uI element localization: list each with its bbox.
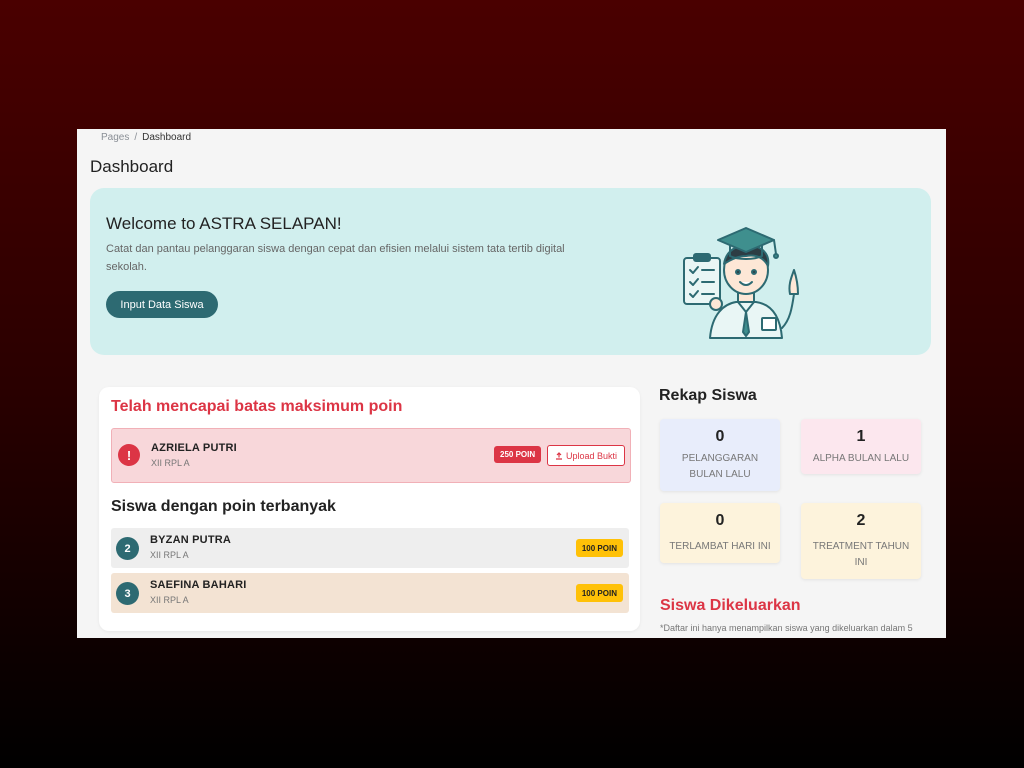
stat-value: 0 xyxy=(715,428,725,445)
stat-value: 1 xyxy=(856,428,866,445)
poin-badge: 250 POIN xyxy=(494,446,542,463)
stat-terlambat-hari-ini[interactable]: 0 TERLAMBAT HARI INI xyxy=(660,503,780,563)
rekap-title: Rekap Siswa xyxy=(659,387,757,404)
student-class: XII RPL A xyxy=(151,458,190,468)
breadcrumb-separator: / xyxy=(134,132,138,143)
breadcrumb-current: Dashboard xyxy=(142,132,192,143)
upload-bukti-button[interactable]: Upload Bukti xyxy=(547,445,625,466)
student-graduate-illustration xyxy=(683,227,799,339)
stat-label: ALPHA BULAN LALU xyxy=(812,453,910,464)
dashboard-viewport: Pages / Dashboard Dashboard Welcome to AST… xyxy=(77,129,946,638)
rank-row-3: 3 SAEFINA BAHARI XII RPL A 100 POIN xyxy=(111,573,629,613)
stat-pelanggaran-bulan-lalu[interactable]: 0 PELANGGARAN BULAN LALU xyxy=(660,419,780,491)
stat-value: 2 xyxy=(856,512,866,529)
stat-label: TERLAMBAT HARI INI xyxy=(669,541,771,552)
rank-number: 3 xyxy=(116,582,139,605)
welcome-heading: Welcome to ASTRA SELAPAN! xyxy=(106,214,342,233)
siswa-dikeluarkan-title: Siswa Dikeluarkan xyxy=(660,597,801,614)
max-poin-title: Telah mencapai batas maksimum poin xyxy=(111,398,403,415)
breadcrumb-root[interactable]: Pages xyxy=(101,132,129,143)
stat-treatment-tahun-ini[interactable]: 2 TREATMENT TAHUN INI xyxy=(801,503,921,579)
student-class: XII RPL A xyxy=(150,595,189,605)
student-name: AZRIELA PUTRI xyxy=(151,442,237,454)
rank-row-2: 2 BYZAN PUTRA XII RPL A 100 POIN xyxy=(111,528,629,568)
stat-alpha-bulan-lalu[interactable]: 1 ALPHA BULAN LALU xyxy=(801,419,921,474)
student-name: BYZAN PUTRA xyxy=(150,534,232,546)
stat-label: TREATMENT TAHUN INI xyxy=(812,541,910,568)
max-poin-student-row: ! AZRIELA PUTRI XII RPL A 250 POIN Uploa… xyxy=(111,428,631,483)
stat-value: 0 xyxy=(715,512,725,529)
page-title: Dashboard xyxy=(90,157,174,176)
student-class: XII RPL A xyxy=(150,550,189,560)
upload-bukti-label: Upload Bukti xyxy=(565,450,618,461)
alert-icon: ! xyxy=(118,444,140,466)
upload-icon xyxy=(555,451,562,460)
siswa-dikeluarkan-note: *Daftar ini hanya menampilkan siswa yang… xyxy=(660,623,913,633)
top-poin-title: Siswa dengan poin terbanyak xyxy=(111,498,336,515)
poin-card: Telah mencapai batas maksimum poin ! AZR… xyxy=(99,387,640,631)
stat-label: PELANGGARAN BULAN LALU xyxy=(681,453,759,480)
poin-badge: 100 POIN xyxy=(575,584,623,602)
welcome-banner: Welcome to ASTRA SELAPAN! Catat dan pant… xyxy=(90,188,931,355)
breadcrumb: Pages / Dashboard xyxy=(101,132,191,143)
student-name: SAEFINA BAHARI xyxy=(150,579,247,591)
input-data-siswa-button[interactable]: Input Data Siswa xyxy=(106,291,218,318)
welcome-description: Catat dan pantau pelanggaran siswa denga… xyxy=(106,243,565,273)
rank-number: 2 xyxy=(116,537,139,560)
poin-badge: 100 POIN xyxy=(575,539,623,557)
